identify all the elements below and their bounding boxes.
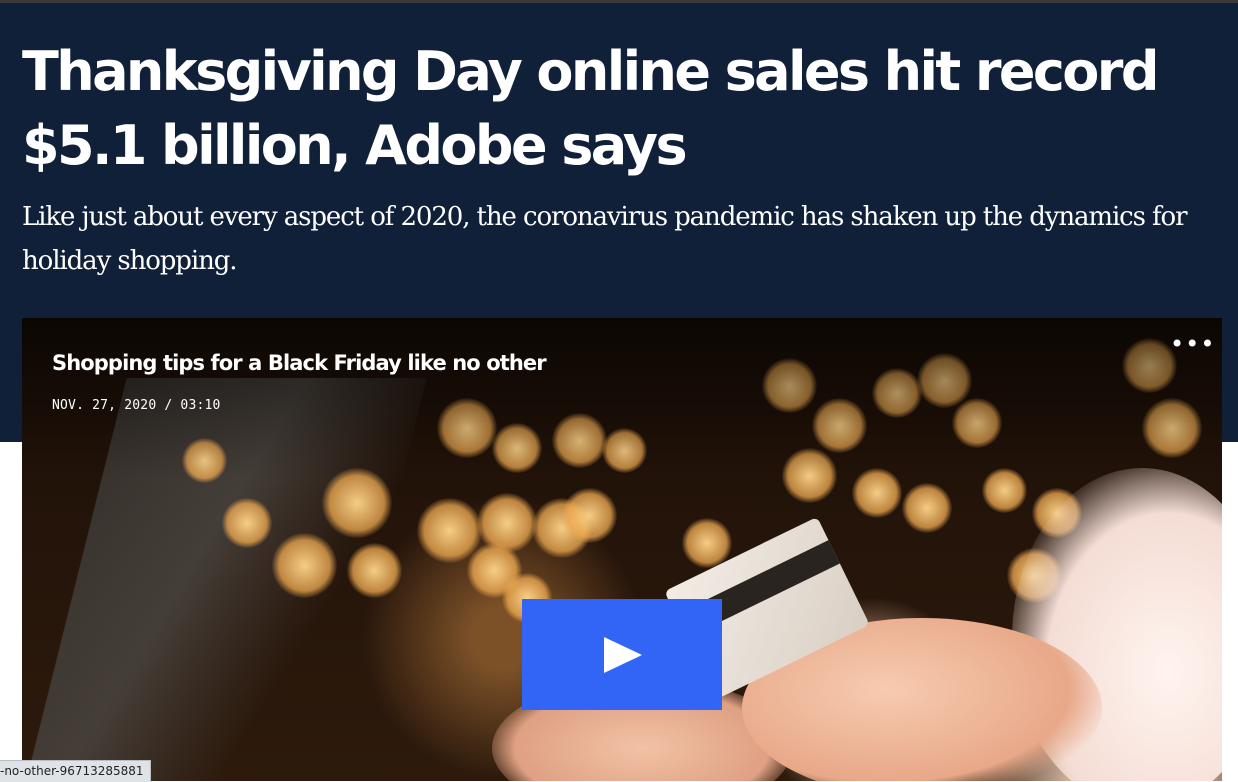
status-bar-url: -no-other-96713285881 [0,760,151,782]
play-button[interactable] [522,599,722,710]
video-title: Shopping tips for a Black Friday like no… [52,351,547,375]
article-headline: Thanksgiving Day online sales hit record… [22,40,1159,177]
more-options-button[interactable]: ••• [1170,332,1214,356]
bokeh-light [322,468,392,538]
play-icon [604,637,642,673]
bokeh-light [562,488,617,543]
bokeh-light [347,543,402,598]
video-date-duration: NOV. 27, 2020 / 03:10 [52,398,221,413]
video-player[interactable]: Shopping tips for a Black Friday like no… [22,318,1222,781]
bokeh-light [222,498,272,548]
bokeh-light [272,533,337,598]
bokeh-light [902,483,952,533]
article-dek: Like just about every aspect of 2020, th… [22,202,1188,276]
